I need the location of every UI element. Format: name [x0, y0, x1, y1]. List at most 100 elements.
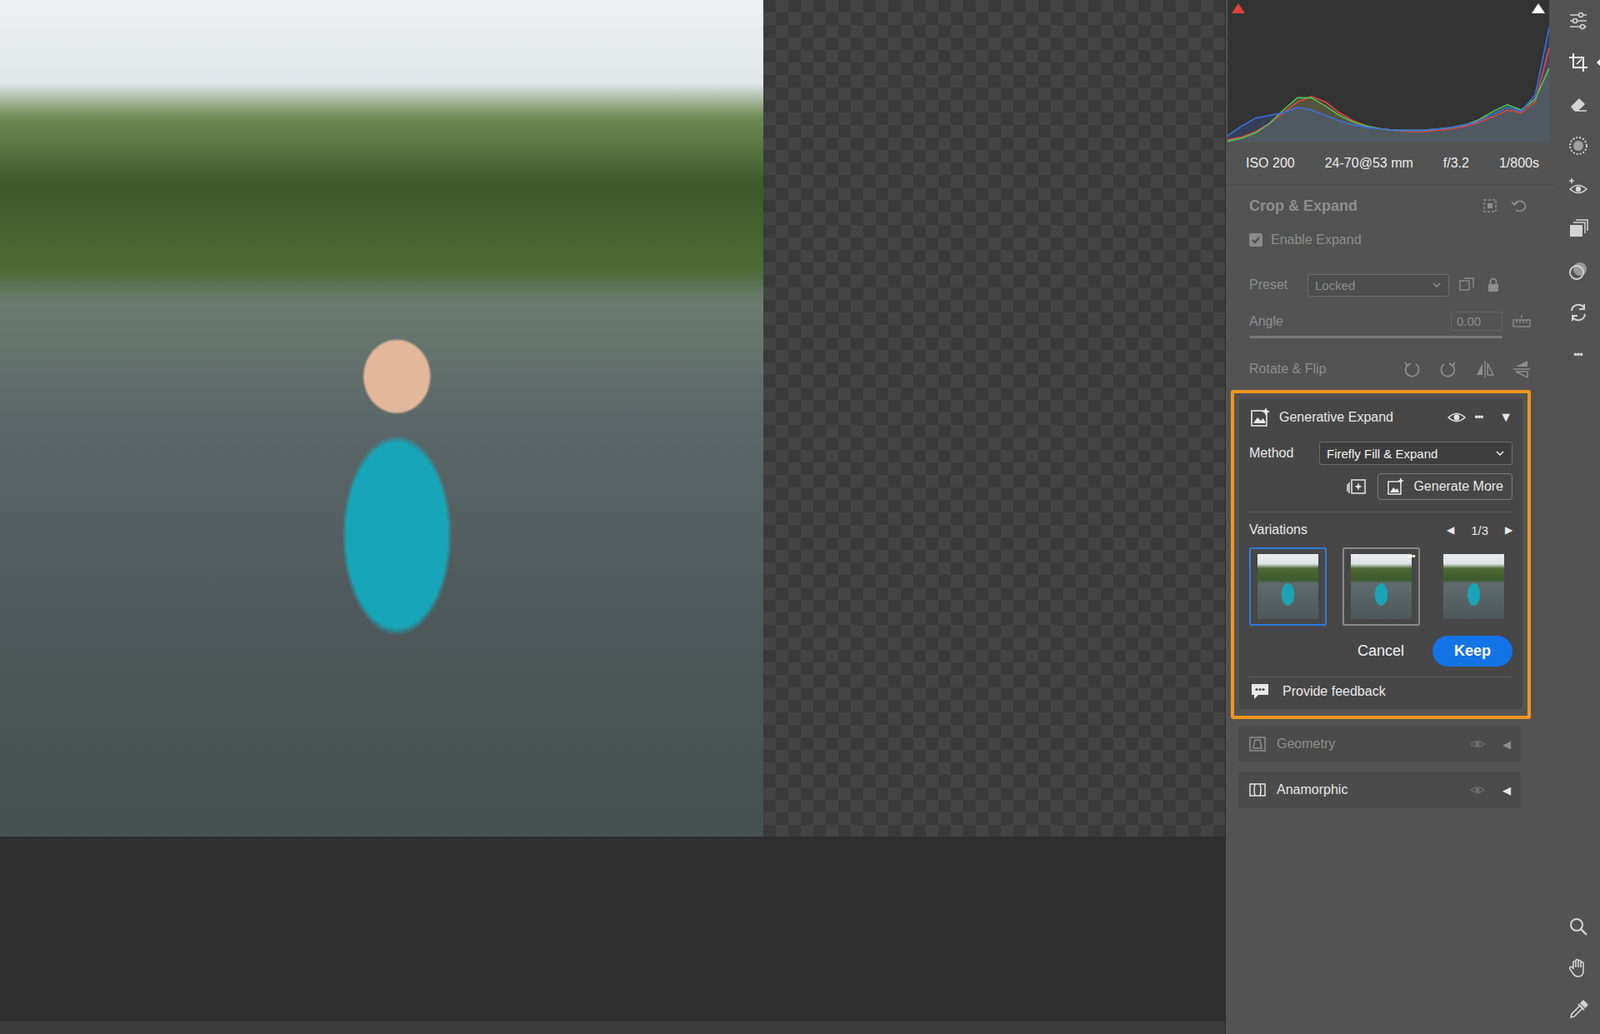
camera-raw-window: ISO 20024-70@53 mmf/3.21/800s Crop & Exp…	[0, 0, 1600, 1034]
keep-button[interactable]: Keep	[1432, 635, 1513, 667]
straighten-tool-icon[interactable]	[1510, 312, 1533, 331]
red-eye-icon	[1567, 176, 1590, 199]
cancel-button[interactable]: Cancel	[1357, 642, 1405, 660]
sliders-icon	[1567, 10, 1590, 32]
canvas	[0, 0, 1225, 837]
flip-vertical-icon[interactable]	[1510, 358, 1533, 380]
more-tools: •••	[1573, 348, 1583, 361]
variation-image	[1257, 554, 1319, 620]
histogram-line	[1227, 47, 1550, 140]
rotate-flip-label: Rotate & Flip	[1249, 361, 1401, 377]
transparent-expand-area[interactable]	[763, 0, 1225, 837]
next-variation-button[interactable]: ▶	[1505, 524, 1513, 536]
view-tool-button[interactable]	[1567, 999, 1590, 1021]
method-row: Method Firefly Fill & Expand	[1249, 438, 1513, 469]
tool-button[interactable]	[1567, 218, 1590, 240]
rotate-flip-row: Rotate & Flip	[1249, 353, 1533, 385]
edit-panel: ISO 20024-70@53 mmf/3.21/800s Crop & Exp…	[1225, 0, 1556, 1034]
hand-icon	[1567, 957, 1590, 980]
tool-button[interactable]	[1567, 301, 1590, 324]
variation-menu-button[interactable]: •••	[1407, 550, 1415, 561]
variations-label: Variations	[1249, 522, 1308, 538]
generative-expand-icon	[1249, 406, 1271, 429]
workspace	[0, 0, 1225, 1034]
variation-thumbnail[interactable]: •••	[1342, 547, 1420, 626]
variation-thumbnail[interactable]	[1435, 547, 1513, 626]
collapsed-section[interactable]: Anamorphic ◀	[1238, 771, 1521, 809]
section-title: Anamorphic	[1276, 782, 1460, 798]
method-label: Method	[1249, 445, 1294, 461]
camera-setting: 24-70@53 mm	[1325, 155, 1414, 171]
tool-button[interactable]	[1567, 135, 1590, 157]
photo[interactable]	[0, 0, 764, 837]
rotate-right-icon[interactable]	[1437, 358, 1460, 380]
swap-aspect-icon[interactable]	[1457, 275, 1476, 295]
camera-info: ISO 20024-70@53 mmf/3.21/800s	[1225, 142, 1556, 185]
preset-value: Locked	[1315, 278, 1355, 293]
collapsed-section[interactable]: Geometry ◀	[1238, 725, 1521, 763]
lock-icon[interactable]	[1484, 275, 1503, 295]
button-row: Cancel Keep	[1249, 635, 1513, 678]
highlight-clipping-icon[interactable]	[1530, 2, 1546, 15]
expand-toggle[interactable]: ◀	[1502, 738, 1511, 751]
more-options-button[interactable]: •••	[1475, 411, 1484, 424]
feedback-icon	[1249, 681, 1271, 702]
color-sampler-icon	[1567, 999, 1590, 1021]
collapse-toggle[interactable]: ▼	[1499, 410, 1513, 425]
masking-icon	[1567, 135, 1590, 157]
tool-button[interactable]	[1567, 176, 1590, 199]
histogram-line	[1227, 27, 1550, 136]
canvas-background	[0, 836, 1225, 1020]
eraser-icon	[1567, 93, 1590, 115]
tool-button[interactable]	[1567, 51, 1590, 74]
section-title: Geometry	[1276, 736, 1460, 752]
generate-row: Generate More	[1249, 471, 1513, 502]
variations-header: Variations ◀ 1/3 ▶	[1249, 511, 1513, 548]
tool-bar: •••	[1555, 0, 1600, 1034]
tool-button[interactable]	[1567, 260, 1590, 282]
sync-icon	[1567, 301, 1590, 324]
generative-expand-header[interactable]: Generative Expand ••• ▼	[1249, 401, 1513, 434]
tool-button[interactable]	[1567, 10, 1590, 32]
status-strip	[0, 1020, 1225, 1034]
angle-slider[interactable]	[1249, 335, 1503, 339]
previous-variation-button[interactable]: ◀	[1446, 524, 1455, 536]
angle-input[interactable]: 0.00	[1450, 311, 1503, 331]
rotate-left-icon[interactable]	[1400, 358, 1423, 380]
variation-thumbnail[interactable]	[1249, 547, 1327, 626]
eye-icon[interactable]	[1446, 410, 1467, 425]
histogram-area	[1227, 27, 1550, 143]
shadow-clipping-icon[interactable]	[1230, 2, 1246, 15]
histogram	[1227, 0, 1550, 143]
preset-row: Preset Locked	[1249, 270, 1533, 300]
reset-icon[interactable]	[1509, 196, 1528, 215]
fit-icon[interactable]	[1480, 196, 1500, 215]
enable-expand-checkbox[interactable]	[1249, 233, 1263, 247]
expand-toggle[interactable]: ◀	[1502, 784, 1511, 797]
eye-icon[interactable]	[1469, 738, 1486, 750]
provide-feedback-link[interactable]: Provide feedback	[1249, 677, 1513, 706]
variation-image	[1350, 554, 1412, 620]
compare-variations-icon[interactable]	[1345, 476, 1368, 497]
flip-horizontal-icon[interactable]	[1474, 358, 1496, 380]
snapshots-icon	[1567, 218, 1590, 240]
enable-expand-label: Enable Expand	[1270, 232, 1362, 248]
tool-button[interactable]: •••	[1567, 343, 1590, 365]
crop-title: Crop & Expand	[1249, 197, 1358, 215]
eye-icon[interactable]	[1469, 784, 1486, 796]
chevron-down-icon	[1431, 280, 1442, 290]
anamorphic-icon	[1248, 780, 1267, 800]
generate-more-button[interactable]: Generate More	[1377, 473, 1513, 500]
tool-button[interactable]	[1567, 93, 1590, 115]
view-tool-button[interactable]	[1567, 915, 1590, 938]
generate-icon	[1386, 477, 1405, 496]
view-tool-button[interactable]	[1567, 957, 1590, 980]
histogram-chart	[1227, 0, 1550, 143]
preset-dropdown[interactable]: Locked	[1307, 274, 1450, 297]
crop-panel: Crop & Expand Enable Expand Preset Locke…	[1225, 185, 1556, 385]
variation-image	[1443, 554, 1505, 620]
generative-expand-panel: Generative Expand ••• ▼ Method Firefly F…	[1230, 390, 1531, 720]
angle-label: Angle	[1249, 314, 1443, 330]
method-dropdown[interactable]: Firefly Fill & Expand	[1319, 441, 1513, 465]
enable-expand-row[interactable]: Enable Expand	[1249, 225, 1533, 255]
